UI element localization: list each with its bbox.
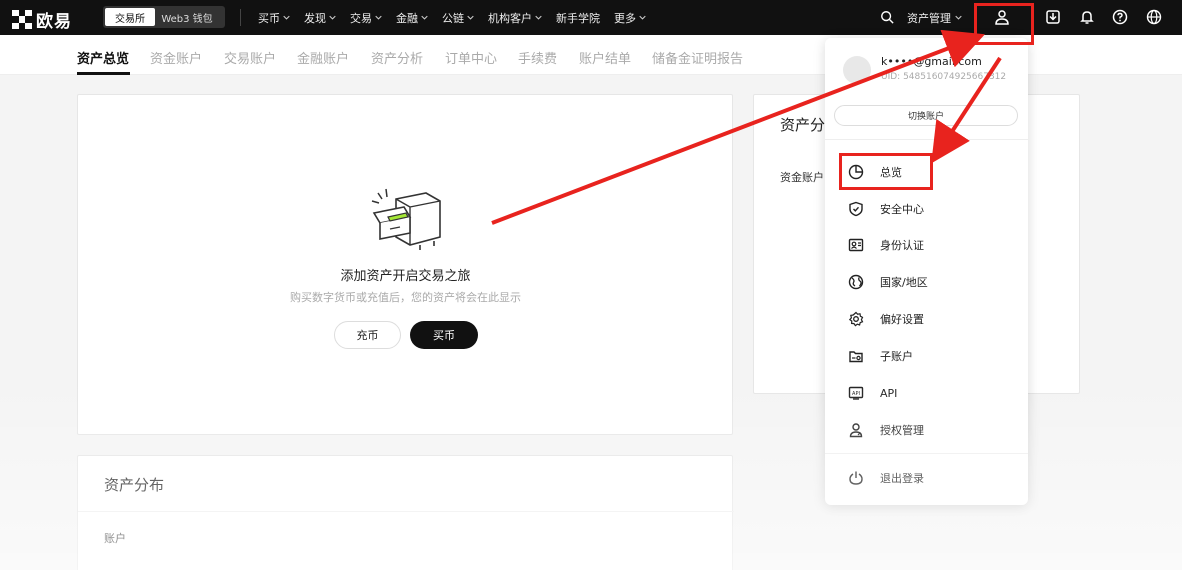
arrow-to-overview-item: [931, 56, 1002, 164]
annotation-arrows: [491, 29, 1002, 225]
highlight-user-icon-box: [974, 3, 1034, 45]
highlight-overview-item-box: [839, 153, 933, 190]
arrow-to-user-icon: [491, 29, 985, 225]
